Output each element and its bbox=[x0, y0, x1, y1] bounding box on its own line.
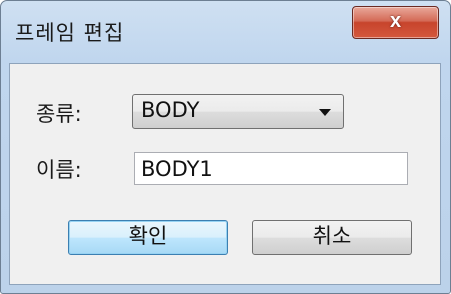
type-dropdown-value: BODY bbox=[141, 98, 200, 122]
title-bar[interactable]: 프레임 편집 x bbox=[1, 1, 450, 61]
chevron-down-icon bbox=[319, 109, 331, 116]
type-dropdown[interactable]: BODY bbox=[132, 94, 344, 129]
ok-button[interactable]: 확인 bbox=[68, 220, 228, 255]
dialog-title: 프레임 편집 bbox=[15, 21, 125, 45]
close-icon: x bbox=[389, 10, 402, 32]
name-field[interactable] bbox=[141, 156, 401, 181]
name-label: 이름: bbox=[36, 158, 82, 182]
cancel-button[interactable]: 취소 bbox=[252, 220, 412, 255]
dialog-window: 프레임 편집 x 종류: BODY 이름: 확인 취소 bbox=[0, 0, 451, 294]
name-field-box bbox=[134, 152, 408, 185]
dialog-body: 종류: BODY 이름: 확인 취소 bbox=[9, 63, 441, 285]
close-button[interactable]: x bbox=[352, 6, 439, 39]
type-label: 종류: bbox=[36, 102, 82, 126]
